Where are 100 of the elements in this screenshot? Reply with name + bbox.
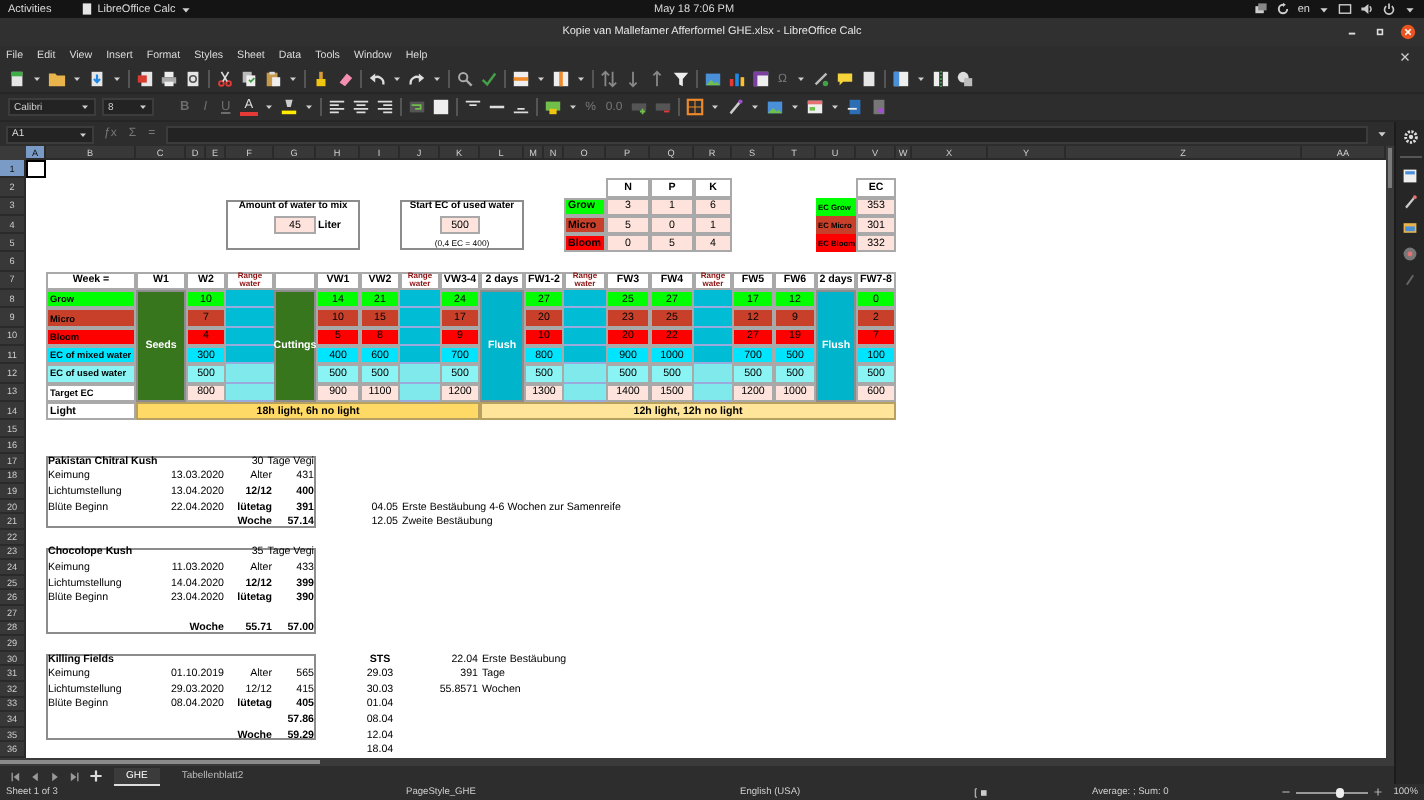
navigator-icon[interactable]	[1402, 246, 1418, 262]
shapes-icon[interactable]	[955, 70, 973, 88]
page-icon[interactable]	[859, 70, 877, 88]
image-icon[interactable]	[704, 70, 722, 88]
pen-icon[interactable]	[726, 98, 745, 116]
caret-icon[interactable]	[78, 129, 88, 139]
table-cell	[694, 364, 732, 384]
borders-icon[interactable]	[686, 98, 705, 116]
printer-icon[interactable]	[160, 70, 178, 88]
caret-icon[interactable]	[80, 102, 90, 112]
brush-icon[interactable]	[312, 70, 330, 88]
functions-icon[interactable]	[1402, 272, 1418, 288]
vertical-scrollbar[interactable]	[1386, 146, 1394, 758]
caret-icon[interactable]	[138, 102, 148, 112]
table-cell	[274, 271, 316, 291]
zoom-out-icon[interactable]	[1279, 786, 1292, 798]
caret-icon[interactable]	[392, 74, 402, 84]
image-icon[interactable]	[766, 98, 785, 116]
table-cell	[226, 364, 274, 384]
copy-icon[interactable]	[240, 70, 258, 88]
download-icon[interactable]	[88, 70, 106, 88]
brush-icon[interactable]	[1402, 194, 1418, 210]
zoom-in-icon[interactable]	[1371, 786, 1384, 798]
table-cell	[400, 308, 440, 328]
columns-icon[interactable]	[552, 70, 570, 88]
scissors-icon[interactable]	[216, 70, 234, 88]
caret-icon[interactable]	[710, 102, 721, 112]
last-sheet-icon[interactable]	[68, 769, 82, 783]
power-icon[interactable]	[1382, 2, 1396, 16]
search-icon[interactable]	[456, 70, 474, 88]
wrap-text-icon[interactable]	[407, 98, 426, 116]
document-icon[interactable]	[79, 2, 94, 16]
selection-mode-icon[interactable]	[974, 785, 988, 799]
caret-icon[interactable]	[830, 102, 841, 112]
paste-icon[interactable]	[264, 70, 282, 88]
caret-icon[interactable]	[567, 102, 578, 112]
caret-icon[interactable]	[288, 74, 298, 84]
formula-input-field[interactable]	[165, 125, 1368, 143]
caret-icon[interactable]	[795, 74, 805, 84]
table-cell	[694, 308, 732, 328]
refresh-icon[interactable]	[1275, 2, 1290, 16]
table-cell	[400, 364, 440, 384]
add-decimal-icon[interactable]	[630, 98, 649, 116]
merge-cells-icon[interactable]	[431, 98, 450, 116]
network-icon[interactable]	[1253, 2, 1268, 16]
table-cell	[564, 290, 606, 309]
close-icon[interactable]	[1398, 49, 1412, 63]
caret-icon[interactable]	[790, 102, 801, 112]
sort-icon[interactable]	[600, 70, 618, 88]
horizontal-scrollbar[interactable]	[0, 758, 1394, 766]
preview-icon[interactable]	[184, 70, 202, 88]
properties-icon[interactable]	[1402, 168, 1418, 184]
window-icon[interactable]	[1338, 2, 1352, 16]
align-center-icon[interactable]	[351, 98, 370, 116]
new-document-icon[interactable]	[8, 70, 26, 88]
caret-icon[interactable]	[112, 74, 122, 84]
sort-descending-icon[interactable]	[624, 70, 642, 88]
split-icon[interactable]	[931, 70, 949, 88]
header-corner	[0, 146, 26, 160]
panel	[226, 199, 360, 251]
align-right-icon[interactable]	[375, 98, 394, 116]
check-icon[interactable]	[480, 70, 498, 88]
eraser-icon[interactable]	[336, 70, 354, 88]
highlight-icon[interactable]	[279, 98, 298, 116]
pivot-table-icon[interactable]	[752, 70, 770, 88]
undo-icon[interactable]	[368, 70, 386, 88]
money-icon[interactable]	[543, 98, 562, 116]
slider-thumb[interactable]	[1336, 787, 1345, 797]
folder-icon[interactable]	[48, 70, 66, 88]
comment-icon[interactable]	[835, 70, 853, 88]
caret-icon[interactable]	[72, 74, 82, 84]
rows-icon[interactable]	[512, 70, 530, 88]
caret-icon[interactable]	[750, 102, 761, 112]
freeze-icon[interactable]	[891, 70, 909, 88]
caret-icon[interactable]	[432, 74, 442, 84]
insert-sheet-icon[interactable]	[846, 98, 865, 116]
caret-icon[interactable]	[915, 74, 925, 84]
first-sheet-icon[interactable]	[8, 769, 22, 783]
align-left-icon[interactable]	[327, 98, 346, 116]
caret-icon[interactable]	[263, 102, 274, 112]
add-icon[interactable]	[88, 768, 104, 784]
link-icon[interactable]	[811, 70, 829, 88]
caret-icon[interactable]	[1376, 128, 1388, 140]
caret-icon[interactable]	[536, 74, 546, 84]
maximize-icon[interactable]	[1372, 24, 1388, 40]
filter-icon[interactable]	[672, 70, 690, 88]
conditional-format-icon[interactable]	[806, 98, 825, 116]
volume-icon[interactable]	[1360, 2, 1374, 16]
gallery-icon[interactable]	[1402, 220, 1418, 236]
pdf-icon[interactable]	[136, 70, 154, 88]
sort-ascending-icon[interactable]	[648, 70, 666, 88]
table-cell	[226, 308, 274, 328]
caret-icon[interactable]	[32, 74, 42, 84]
caret-icon[interactable]	[303, 102, 314, 112]
chart-icon[interactable]	[728, 70, 746, 88]
table-cell	[564, 364, 606, 384]
settings-icon[interactable]	[1401, 128, 1419, 146]
redo-icon[interactable]	[408, 70, 426, 88]
close-icon[interactable]	[1400, 24, 1416, 40]
caret-icon[interactable]	[576, 74, 586, 84]
